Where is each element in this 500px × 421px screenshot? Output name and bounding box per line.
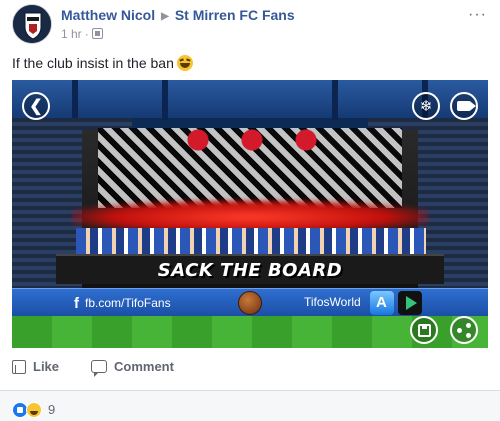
post-body: If the club insist in the ban — [12, 55, 174, 71]
banner-text: SACK THE BOARD — [157, 259, 343, 281]
video-button[interactable] — [450, 92, 478, 120]
ad-right-text: TifosWorld — [304, 295, 361, 309]
ad-board: f fb.com/TifoFans TifosWorld — [12, 288, 488, 316]
laughing-emoji-icon — [176, 55, 193, 71]
more-options-button[interactable]: ··· — [468, 6, 487, 24]
reaction-count[interactable]: 9 — [48, 402, 55, 417]
comment-icon — [91, 360, 107, 377]
like-label: Like — [33, 359, 60, 374]
back-icon: ❮ — [29, 98, 43, 115]
roof-beam — [332, 80, 338, 120]
post-text: If the club insist in the ban — [12, 55, 193, 71]
comment-label: Comment — [114, 359, 174, 374]
author-name[interactable]: Matthew Nicol — [61, 7, 155, 23]
roof-beam — [162, 80, 168, 120]
ad-left-text: f fb.com/TifoFans — [74, 295, 171, 312]
group-name[interactable]: St Mirren FC Fans — [175, 7, 295, 23]
action-bar: Like Comment — [0, 356, 500, 380]
arrow-right-icon: ▶ — [161, 11, 169, 22]
fans-row — [76, 228, 426, 256]
red-flags — [162, 124, 342, 156]
app-store-icon — [370, 291, 394, 315]
meta-separator: · — [84, 27, 89, 41]
ad-left-label: fb.com/TifoFans — [85, 296, 171, 310]
like-button[interactable]: Like — [12, 359, 59, 374]
share-icon — [457, 323, 471, 338]
author-line: Matthew Nicol ▶ St Mirren FC Fans — [61, 7, 295, 23]
post-image[interactable]: SACK THE BOARD f fb.com/TifoFans TifosWor… — [12, 80, 488, 348]
share-button[interactable] — [450, 316, 478, 344]
save-button[interactable] — [410, 316, 438, 344]
post-meta: 1 hr · — [61, 27, 103, 41]
facebook-icon: f — [74, 295, 79, 312]
banner: SACK THE BOARD — [56, 254, 444, 284]
reactions-bar: 9 — [0, 390, 500, 421]
play-store-icon — [398, 291, 422, 315]
save-icon — [417, 323, 431, 337]
post-card: Matthew Nicol ▶ St Mirren FC Fans 1 hr · ··… — [0, 0, 500, 421]
roof-beam — [72, 80, 78, 120]
club-crest-icon — [13, 5, 51, 43]
like-icon — [12, 359, 26, 374]
comment-button[interactable]: Comment — [91, 359, 174, 377]
snowflake-icon: ❄ — [419, 98, 433, 115]
back-button[interactable]: ❮ — [22, 92, 50, 120]
timestamp[interactable]: 1 hr — [61, 27, 82, 41]
snowflake-button[interactable]: ❄ — [412, 92, 440, 120]
globe-icon — [91, 28, 103, 39]
basketball-icon — [238, 291, 262, 315]
haha-reaction-icon[interactable] — [26, 402, 42, 418]
avatar[interactable] — [12, 4, 52, 44]
video-icon — [457, 101, 476, 111]
